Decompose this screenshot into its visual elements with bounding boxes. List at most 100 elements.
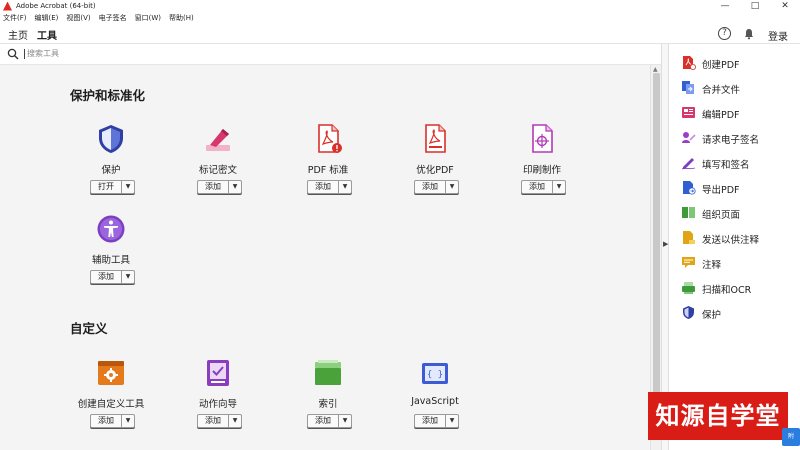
pdf-standard-icon[interactable] (312, 123, 344, 155)
tab-tools[interactable]: 工具 (37, 27, 57, 47)
panel-label[interactable]: 导出PDF (702, 182, 740, 196)
panel-label[interactable]: 扫描和OCR (702, 282, 751, 296)
section-title-customize: 自定义 (70, 321, 108, 336)
request-sign-icon (682, 132, 696, 143)
panel-item-comment[interactable]: 注释 (681, 255, 796, 271)
panel-item-fill-sign[interactable]: 填写和签名 (681, 155, 796, 171)
panel-item-combine-files[interactable]: 合并文件 (681, 80, 796, 96)
chevron-down-icon[interactable]: ▼ (446, 181, 458, 193)
tool-label-action-wizard: 动作向导 (198, 399, 237, 410)
panel-label[interactable]: 发送以供注释 (702, 232, 759, 246)
tool-button-pdf-standard[interactable]: 添加 ▼ (307, 180, 352, 194)
action-wizard-icon[interactable] (202, 357, 234, 389)
menu-view[interactable]: 视图(V) (66, 13, 90, 23)
tool-card-print-production: 印刷制作 添加 ▼ (492, 123, 592, 213)
panel-label[interactable]: 保护 (702, 307, 721, 321)
panel-item-create-pdf[interactable]: 创建PDF (681, 55, 796, 71)
panel-label[interactable]: 编辑PDF (702, 107, 740, 121)
panel-item-organize-pages[interactable]: 组织页面 (681, 205, 796, 221)
fill-sign-icon (681, 158, 696, 170)
index-icon[interactable] (312, 357, 344, 389)
title-bar: Adobe Acrobat (64-bit) — □ ✕ (0, 0, 800, 12)
comment-icon (682, 257, 695, 268)
tool-button-label[interactable]: 添加 (308, 181, 339, 193)
tool-button-label[interactable]: 添加 (91, 271, 122, 283)
panel-label[interactable]: 请求电子签名 (702, 132, 759, 146)
panel-splitter[interactable]: ▶ (661, 44, 669, 450)
menu-esign[interactable]: 电子签名 (99, 13, 127, 23)
tool-button-label[interactable]: 添加 (91, 415, 122, 427)
tool-card-create-custom-tool: 创建自定义工具 添加 ▼ (61, 357, 161, 447)
tool-button-action-wizard[interactable]: 添加 ▼ (197, 414, 242, 428)
tool-button-label[interactable]: 添加 (198, 181, 229, 193)
tool-button-protect[interactable]: 打开 ▼ (90, 180, 135, 194)
custom-tool-icon[interactable] (95, 357, 127, 389)
chevron-down-icon[interactable]: ▼ (339, 181, 351, 193)
watermark-logo: 知源自学堂 (648, 392, 788, 440)
collapse-panel-icon[interactable]: ▶ (663, 240, 668, 248)
redact-icon[interactable] (202, 123, 234, 155)
tool-button-label[interactable]: 添加 (415, 181, 446, 193)
accessibility-icon[interactable] (95, 213, 127, 245)
window-title: Adobe Acrobat (64-bit) (16, 2, 96, 10)
javascript-icon[interactable]: { } (419, 357, 451, 389)
tool-button-label[interactable]: 添加 (415, 415, 446, 427)
panel-item-edit-pdf[interactable]: 编辑PDF (681, 105, 796, 121)
search-icon (7, 48, 19, 60)
login-button[interactable]: 登录 (768, 28, 788, 43)
panel-label[interactable]: 创建PDF (702, 57, 740, 71)
panel-label[interactable]: 注释 (702, 257, 721, 271)
scroll-up-icon[interactable]: ▲ (653, 66, 658, 73)
chevron-down-icon[interactable]: ▼ (339, 415, 351, 427)
optimize-pdf-icon[interactable] (419, 123, 451, 155)
chevron-down-icon[interactable]: ▼ (553, 181, 565, 193)
shield-icon[interactable] (95, 123, 127, 155)
tool-button-label[interactable]: 添加 (522, 181, 553, 193)
chevron-down-icon[interactable]: ▼ (229, 181, 241, 193)
menu-file[interactable]: 文件(F) (3, 13, 27, 23)
tool-button-print-production[interactable]: 添加 ▼ (521, 180, 566, 194)
bell-icon[interactable] (743, 28, 755, 40)
tool-button-label[interactable]: 添加 (308, 415, 339, 427)
close-button[interactable]: ✕ (770, 0, 800, 12)
menu-help[interactable]: 帮助(H) (169, 13, 194, 23)
scrollbar-thumb[interactable] (653, 73, 660, 433)
menu-edit[interactable]: 编辑(E) (35, 13, 59, 23)
window-controls: — □ ✕ (710, 0, 800, 12)
tool-button-optimize-pdf[interactable]: 添加 ▼ (414, 180, 459, 194)
corner-tab[interactable]: 附 (782, 428, 800, 446)
top-bar: 主页 工具 ? 登录 (0, 24, 800, 47)
chevron-down-icon[interactable]: ▼ (229, 415, 241, 427)
print-production-icon[interactable] (526, 123, 558, 155)
tool-button-javascript[interactable]: 添加 ▼ (414, 414, 459, 428)
help-icon[interactable]: ? (718, 27, 731, 40)
chevron-down-icon[interactable]: ▼ (122, 271, 134, 283)
panel-item-export-pdf[interactable]: 导出PDF (681, 180, 796, 196)
menu-window[interactable]: 窗口(W) (135, 13, 161, 23)
chevron-down-icon[interactable]: ▼ (446, 415, 458, 427)
tool-label-javascript: JavaScript (411, 396, 459, 407)
panel-label[interactable]: 组织页面 (702, 207, 740, 221)
minimize-button[interactable]: — (710, 0, 740, 12)
tool-button-redact[interactable]: 添加 ▼ (197, 180, 242, 194)
tool-button-create-custom-tool[interactable]: 添加 ▼ (90, 414, 135, 428)
panel-label[interactable]: 填写和签名 (702, 157, 750, 171)
tool-button-accessibility[interactable]: 添加 ▼ (90, 270, 135, 284)
tab-home[interactable]: 主页 (8, 27, 28, 42)
chevron-down-icon[interactable]: ▼ (122, 181, 134, 193)
panel-item-request-esign[interactable]: 请求电子签名 (681, 130, 796, 146)
panel-item-protect[interactable]: 保护 (681, 305, 796, 321)
search-input[interactable]: 搜索工具 (24, 49, 59, 59)
tool-button-label[interactable]: 添加 (198, 415, 229, 427)
chevron-down-icon[interactable]: ▼ (122, 415, 134, 427)
maximize-button[interactable]: □ (740, 0, 770, 12)
panel-item-scan-ocr[interactable]: 扫描和OCR (681, 280, 796, 296)
panel-item-send-for-comments[interactable]: 发送以供注释 (681, 230, 796, 246)
tool-card-accessibility: 辅助工具 添加 ▼ (61, 213, 161, 303)
tool-button-index[interactable]: 添加 ▼ (307, 414, 352, 428)
organize-pages-icon (682, 207, 695, 218)
protect-icon (683, 306, 694, 319)
tool-button-label[interactable]: 打开 (91, 181, 122, 193)
panel-label[interactable]: 合并文件 (702, 82, 740, 96)
tool-label-create-custom-tool: 创建自定义工具 (77, 399, 145, 410)
